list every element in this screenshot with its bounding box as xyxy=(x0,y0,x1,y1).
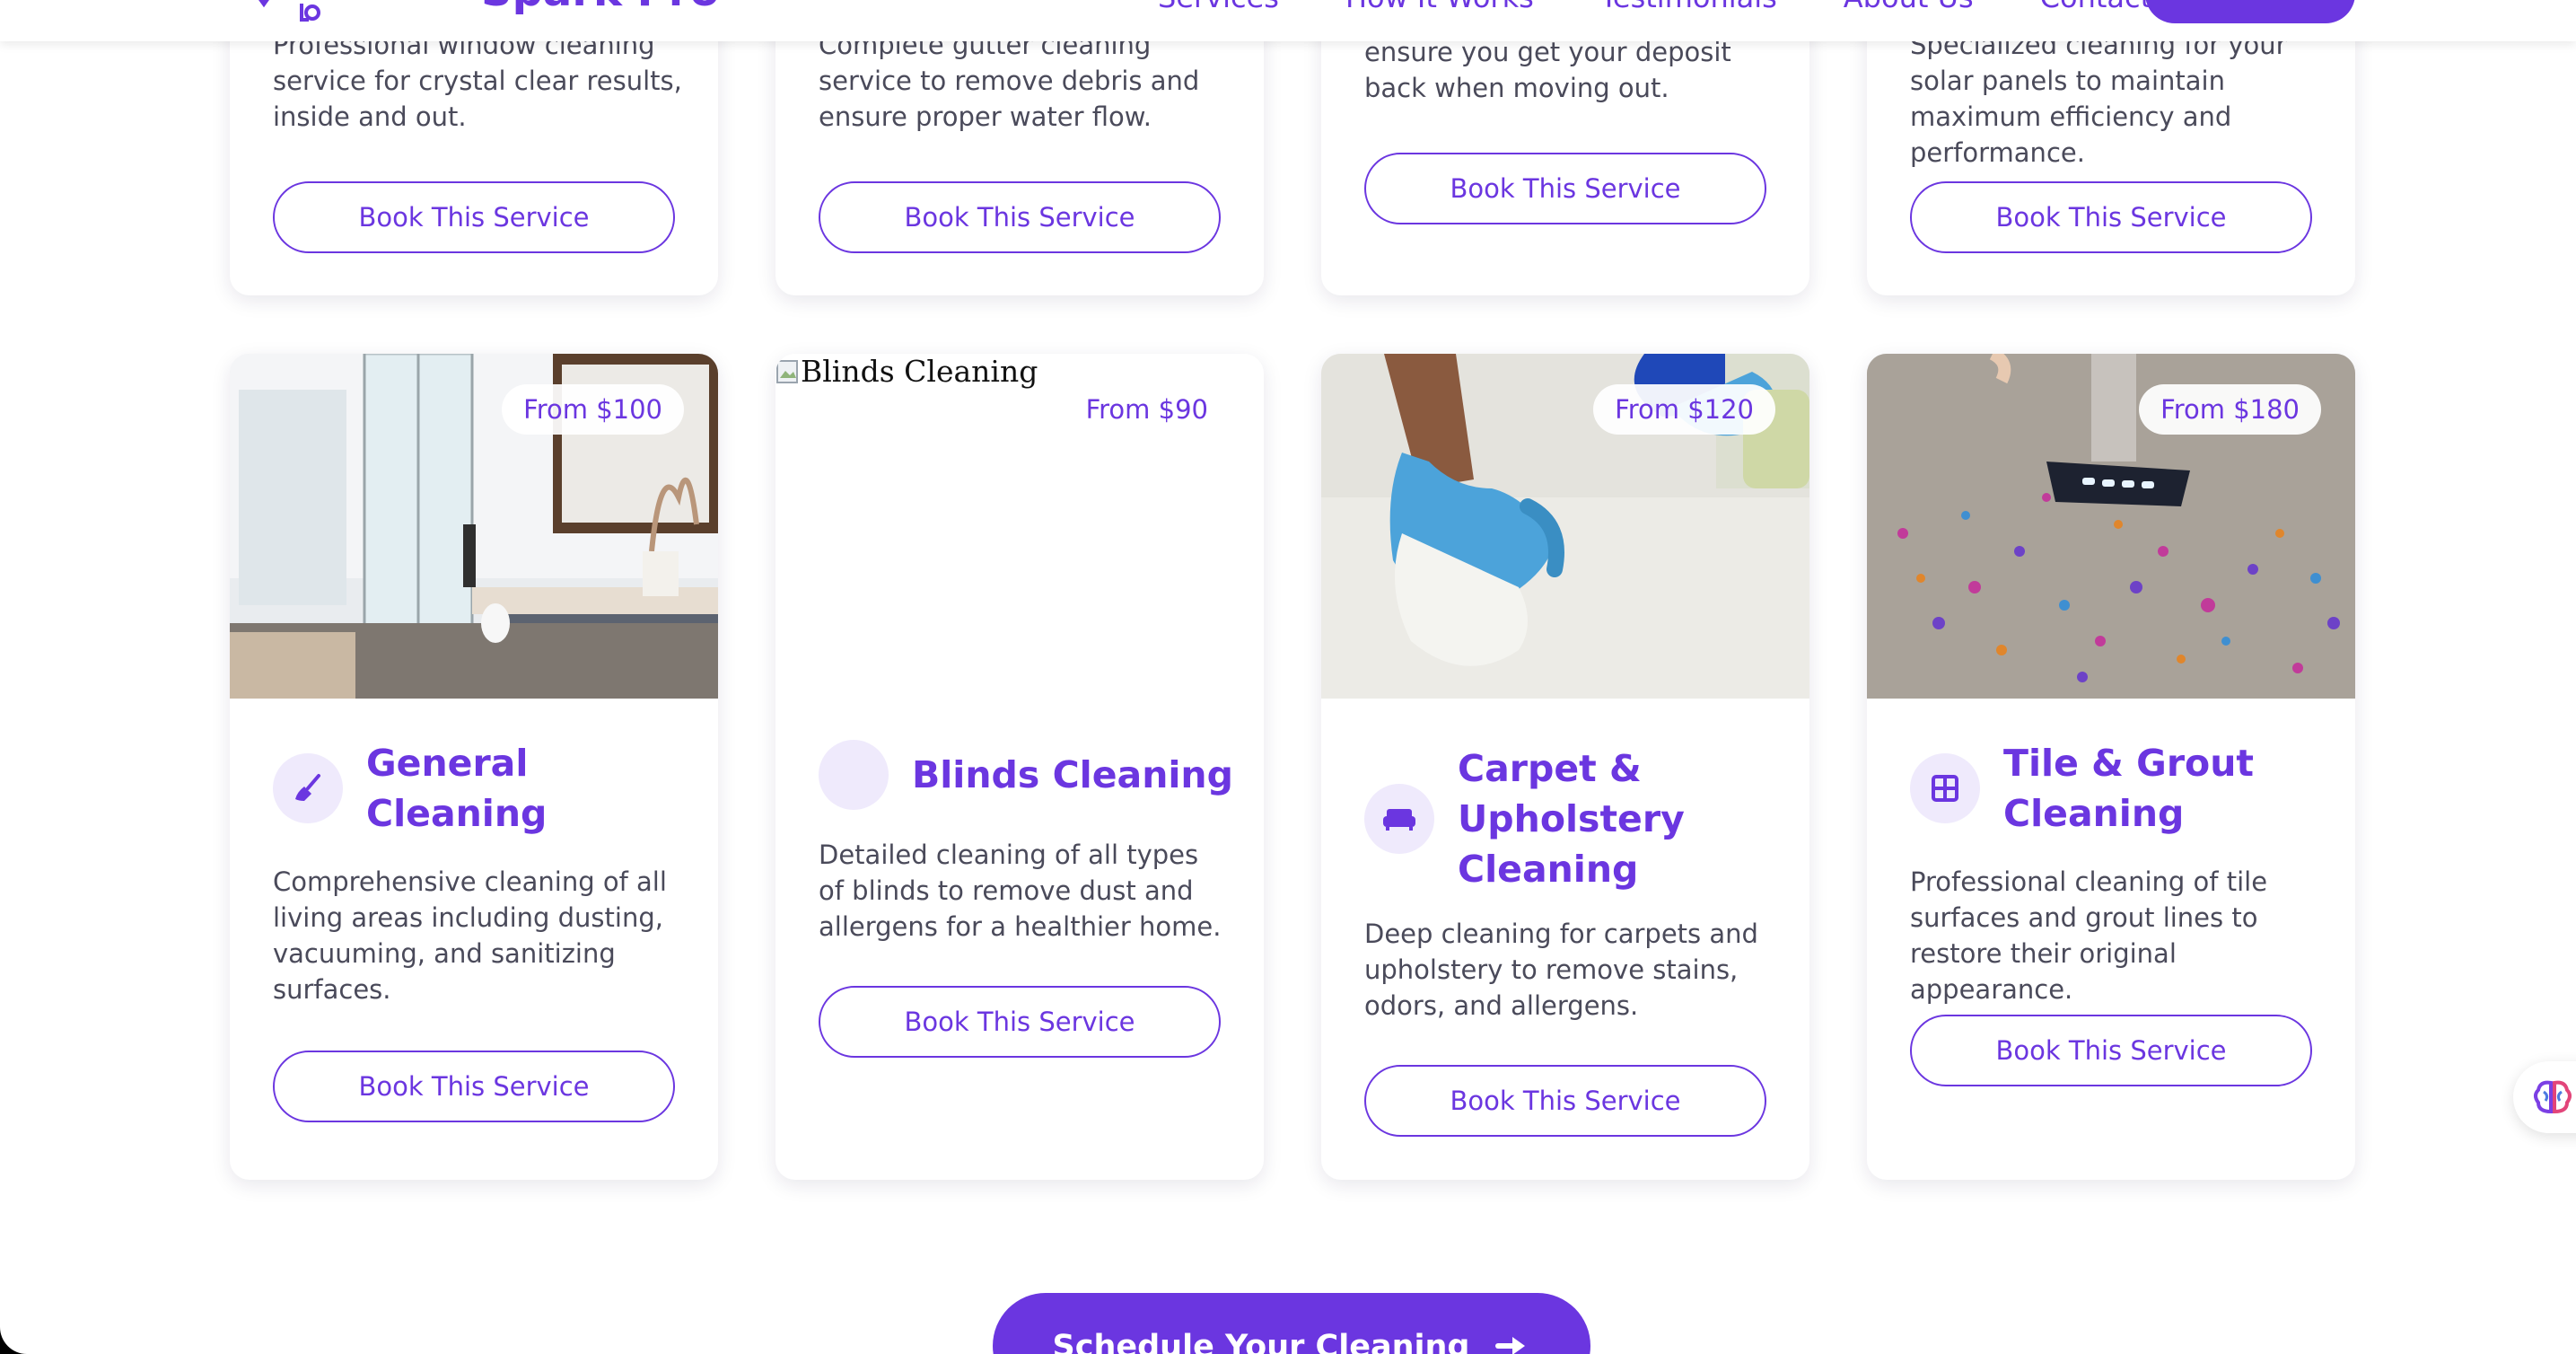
service-description: Professional window cleaning service for… xyxy=(273,30,682,132)
image-alt-text: Blinds Cleaning xyxy=(801,354,1038,389)
price-badge: From $180 xyxy=(2139,384,2321,435)
service-title: General Cleaning xyxy=(366,742,548,835)
service-description: Deep cleaning for carpets and upholstery… xyxy=(1364,919,1758,1021)
service-title: Tile & Grout Cleaning xyxy=(2003,742,2255,835)
price-badge: From $120 xyxy=(1593,384,1775,435)
service-title-row: Carpet & Upholstery Cleaning xyxy=(1364,743,1783,894)
logo-mark-icon xyxy=(258,0,320,22)
book-service-button[interactable]: Book This Service xyxy=(1910,1015,2312,1086)
nav-how-it-works[interactable]: How It Works xyxy=(1345,0,1534,14)
service-card-tile-grout: From $180 Tile & Grout Cleaning Professi… xyxy=(1867,354,2355,1180)
service-card-blinds-cleaning: Blinds Cleaning From $90 Blinds Cleaning… xyxy=(775,354,1264,1180)
book-service-button[interactable]: Book This Service xyxy=(1364,153,1766,224)
service-card-carpet-upholstery: From $120 Carpet & Upholstery Cleaning D… xyxy=(1321,354,1809,1180)
service-card-solar: Specialized cleaning for your solar pane… xyxy=(1867,0,2355,295)
service-card-window: Professional window cleaning service for… xyxy=(230,0,718,295)
broken-image-icon xyxy=(776,360,798,383)
service-title: Blinds Cleaning xyxy=(912,753,1233,796)
brain-icon xyxy=(2534,1080,2572,1114)
service-title-row: General Cleaning xyxy=(273,738,691,839)
price-badge: From $100 xyxy=(502,384,684,435)
main-nav: Services How It Works Testimonials About… xyxy=(1158,0,2151,14)
book-service-button[interactable]: Book This Service xyxy=(1910,181,2312,253)
nav-services[interactable]: Services xyxy=(1158,0,1279,14)
tile-grid-icon xyxy=(1910,753,1980,823)
service-description: Specialized cleaning for your solar pane… xyxy=(1910,30,2287,168)
nav-testimonials[interactable]: Testimonials xyxy=(1600,0,1777,14)
book-service-button[interactable]: Book This Service xyxy=(819,986,1221,1058)
book-service-button[interactable]: Book This Service xyxy=(273,1051,675,1122)
book-service-button[interactable]: Book This Service xyxy=(1364,1065,1766,1137)
service-title: Carpet & Upholstery Cleaning xyxy=(1458,747,1685,891)
service-description: Comprehensive cleaning of all living are… xyxy=(273,866,667,1005)
page: Spark Pro Services How It Works Testimon… xyxy=(0,0,2576,1354)
service-title-row: Blinds Cleaning xyxy=(819,740,1237,810)
nav-contact[interactable]: Contact xyxy=(2040,0,2152,14)
book-service-button[interactable]: Book This Service xyxy=(819,181,1221,253)
assistant-widget[interactable] xyxy=(2513,1061,2576,1133)
service-description: ensure you get your deposit back when mo… xyxy=(1364,37,1731,103)
nav-about-us[interactable]: About Us xyxy=(1844,0,1974,14)
price-badge: From $90 xyxy=(1064,384,1230,435)
service-description: Complete gutter cleaning service to remo… xyxy=(819,30,1200,132)
service-description: Detailed cleaning of all types of blinds… xyxy=(819,840,1222,942)
site-header: Spark Pro Services How It Works Testimon… xyxy=(0,0,2576,41)
schedule-cleaning-label: Schedule Your Cleaning xyxy=(1052,1329,1470,1354)
arrow-right-icon xyxy=(1495,1337,1526,1354)
service-title-row: Tile & Grout Cleaning xyxy=(1910,738,2328,839)
broom-icon xyxy=(273,753,343,823)
service-description: Professional cleaning of tile surfaces a… xyxy=(1910,866,2268,1005)
brand-name: Spark Pro xyxy=(481,0,719,16)
service-card-move-out: ensure you get your deposit back when mo… xyxy=(1321,0,1809,295)
service-card-general-cleaning: From $100 General Cleaning Comprehensive… xyxy=(230,354,718,1180)
schedule-cleaning-button[interactable]: Schedule Your Cleaning xyxy=(993,1293,1590,1354)
book-service-button[interactable]: Book This Service xyxy=(273,181,675,253)
service-card-gutter: Complete gutter cleaning service to remo… xyxy=(775,0,1264,295)
couch-icon xyxy=(1364,784,1434,854)
header-book-button[interactable] xyxy=(2145,0,2355,23)
blank-icon xyxy=(819,740,889,810)
